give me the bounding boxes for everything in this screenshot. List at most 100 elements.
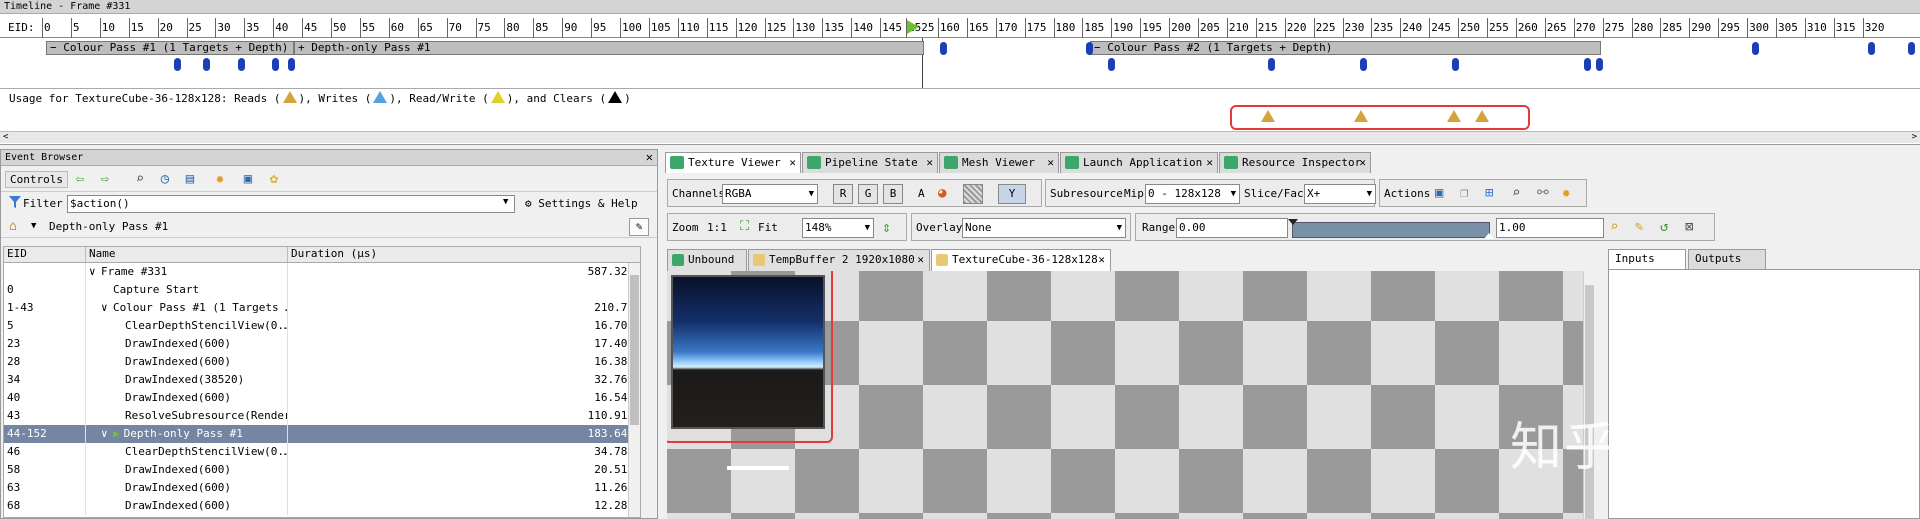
event-pill-icon[interactable] xyxy=(272,58,279,71)
event-pill-icon[interactable] xyxy=(1596,58,1603,71)
event-row[interactable]: 34 DrawIndexed(38520) 32.768 xyxy=(4,371,640,389)
event-row[interactable]: 68 DrawIndexed(600) 12.288 xyxy=(4,497,640,515)
close-icon[interactable]: ✕ xyxy=(789,153,796,172)
save-disk-icon[interactable]: ▣ xyxy=(239,170,257,188)
settings-gear-icon[interactable]: ✹ xyxy=(211,170,229,188)
settings-gear-icon[interactable]: ✹ xyxy=(1562,185,1570,201)
fit-button[interactable]: Fit xyxy=(758,221,778,234)
event-pill-icon[interactable] xyxy=(203,58,210,71)
timer-clock-icon[interactable]: ◷ xyxy=(156,170,174,188)
range-min-input[interactable]: 0.00 xyxy=(1176,218,1288,238)
close-icon[interactable]: ✕ xyxy=(646,150,653,165)
find-binoculars-icon[interactable]: ⌕ xyxy=(131,170,149,188)
expander-chevron-icon[interactable]: ∨ xyxy=(101,425,113,443)
home-icon[interactable]: ⌂ xyxy=(9,219,17,234)
timeline-scrollbar[interactable]: < > xyxy=(0,131,1920,143)
event-row[interactable]: ∨ Frame #331 587.328 xyxy=(4,263,640,281)
vertical-expand-icon[interactable]: ⇕ xyxy=(882,218,891,236)
link-icon[interactable]: ⚯ xyxy=(1537,185,1549,201)
filter-input[interactable]: $action() xyxy=(67,195,515,213)
event-row[interactable]: 0 Capture Start xyxy=(4,281,640,299)
depth-only-pass-1-bar[interactable]: + Depth-only Pass #1 xyxy=(294,41,924,55)
tab-unbound[interactable]: Unbound xyxy=(667,249,747,271)
edit-icon[interactable]: ✎ xyxy=(629,218,649,236)
tab-pipeline-state[interactable]: Pipeline State ✕ xyxy=(802,152,938,173)
range-slider[interactable] xyxy=(1288,219,1494,239)
scrollbar-thumb[interactable] xyxy=(1585,285,1594,519)
open-texture-list-icon[interactable]: ⊞ xyxy=(1485,185,1493,201)
reset-range-icon[interactable]: ↺ xyxy=(1660,219,1668,235)
tab-resource-inspector[interactable]: Resource Inspector ✕ xyxy=(1219,152,1371,173)
event-row[interactable]: 28 DrawIndexed(600) 16.384 xyxy=(4,353,640,371)
back-arrow-icon[interactable]: ⇦ xyxy=(71,170,89,188)
usage-read-marker-icon[interactable] xyxy=(1354,110,1368,122)
event-pill-icon[interactable] xyxy=(1752,42,1759,55)
event-row[interactable]: 63 DrawIndexed(600) 11.264 xyxy=(4,479,640,497)
tab-tempbuffer-2[interactable]: TempBuffer 2 1920x1080 ✕ xyxy=(748,249,930,271)
event-row[interactable]: 5 ClearDepthStencilView(0.… 16.704 xyxy=(4,317,640,335)
scroll-right-icon[interactable]: > xyxy=(1912,132,1917,143)
range-min-handle[interactable] xyxy=(1288,219,1298,225)
overlay-select[interactable]: None ▼ xyxy=(962,218,1126,238)
expander-chevron-icon[interactable]: ∨ xyxy=(89,263,101,281)
close-icon[interactable]: ✕ xyxy=(926,153,933,172)
usage-read-marker-icon[interactable] xyxy=(1475,110,1489,122)
event-row[interactable]: 44-152 ∨ ▶ Depth-only Pass #1 183.648 xyxy=(4,425,640,443)
zoom-select[interactable]: 148% ▼ xyxy=(802,218,874,238)
color-wheel-icon[interactable]: ◕ xyxy=(938,185,946,201)
tab-texturecube[interactable]: TextureCube-36-128x128 ✕ xyxy=(931,249,1111,271)
chevron-down-icon[interactable]: ▼ xyxy=(503,197,508,207)
event-pill-icon[interactable] xyxy=(174,58,181,71)
canvas-scrollbar[interactable] xyxy=(1583,271,1595,519)
event-row[interactable]: 58 DrawIndexed(600) 20.512 xyxy=(4,461,640,479)
column-duration[interactable]: Duration (µs) xyxy=(288,247,640,262)
chevron-down-icon[interactable]: ▼ xyxy=(31,221,36,231)
texture-canvas[interactable] xyxy=(667,271,1595,519)
event-pill-icon[interactable] xyxy=(1908,42,1915,55)
channel-g-toggle[interactable]: G xyxy=(858,184,878,204)
fit-icon[interactable]: ⛶ xyxy=(740,219,749,234)
event-pill-icon[interactable] xyxy=(1086,42,1093,55)
scroll-left-icon[interactable]: < xyxy=(3,132,8,143)
close-icon[interactable]: ✕ xyxy=(1047,153,1054,172)
column-name[interactable]: Name xyxy=(86,247,288,262)
slice-face-select[interactable]: X+ ▼ xyxy=(1304,184,1376,204)
channel-b-toggle[interactable]: B xyxy=(883,184,903,204)
current-event-marker-icon[interactable] xyxy=(907,20,919,34)
expander-chevron-icon[interactable]: ∨ xyxy=(101,299,113,317)
colour-pass-2-bar[interactable]: − Colour Pass #2 (1 Targets + Depth) xyxy=(1090,41,1601,55)
find-binoculars-icon[interactable]: ⌕ xyxy=(1512,185,1520,201)
event-pill-icon[interactable] xyxy=(1584,58,1591,71)
close-icon[interactable]: ✕ xyxy=(1098,250,1105,270)
mip-select[interactable]: 0 - 128x128 ▼ xyxy=(1145,184,1240,204)
column-eid[interactable]: EID xyxy=(4,247,86,262)
event-row[interactable]: 40 DrawIndexed(600) 16.544 xyxy=(4,389,640,407)
auto-fit-wand-icon[interactable]: ✎ xyxy=(1635,219,1643,235)
zoom-range-icon[interactable]: ⌕ xyxy=(1610,219,1618,235)
close-icon[interactable]: ✕ xyxy=(917,250,924,270)
event-row[interactable]: 46 ClearDepthStencilView(0.… 34.784 xyxy=(4,443,640,461)
copy-icon[interactable]: ❐ xyxy=(1460,185,1468,201)
event-row[interactable]: 43 ResolveSubresource(Render 110.912 xyxy=(4,407,640,425)
event-row[interactable]: 1-43 ∨ Colour Pass #1 (1 Targets … 210.72 xyxy=(4,299,640,317)
bookmark-list-icon[interactable]: ▤ xyxy=(181,170,199,188)
checkerboard-background-icon[interactable] xyxy=(963,184,983,204)
flip-y-toggle[interactable]: Y xyxy=(998,184,1026,204)
usage-read-marker-icon[interactable] xyxy=(1261,110,1275,122)
forward-arrow-icon[interactable]: ⇨ xyxy=(96,170,114,188)
zoom-1-1-button[interactable]: 1:1 xyxy=(707,221,727,234)
event-pill-icon[interactable] xyxy=(238,58,245,71)
range-max-handle[interactable] xyxy=(1484,233,1494,239)
breadcrumb-current[interactable]: Depth-only Pass #1 xyxy=(49,220,168,233)
channels-select[interactable]: RGBA ▼ xyxy=(722,184,818,204)
histogram-icon[interactable]: ⊠ xyxy=(1685,219,1693,235)
channel-r-toggle[interactable]: R xyxy=(833,184,853,204)
event-pill-icon[interactable] xyxy=(1452,58,1459,71)
save-texture-icon[interactable]: ▣ xyxy=(1435,185,1443,201)
event-row[interactable]: 23 DrawIndexed(600) 17.408 xyxy=(4,335,640,353)
event-pill-icon[interactable] xyxy=(1360,58,1367,71)
event-pill-icon[interactable] xyxy=(940,42,947,55)
tab-outputs[interactable]: Outputs xyxy=(1688,249,1766,269)
event-pill-icon[interactable] xyxy=(288,58,295,71)
event-pill-icon[interactable] xyxy=(1268,58,1275,71)
